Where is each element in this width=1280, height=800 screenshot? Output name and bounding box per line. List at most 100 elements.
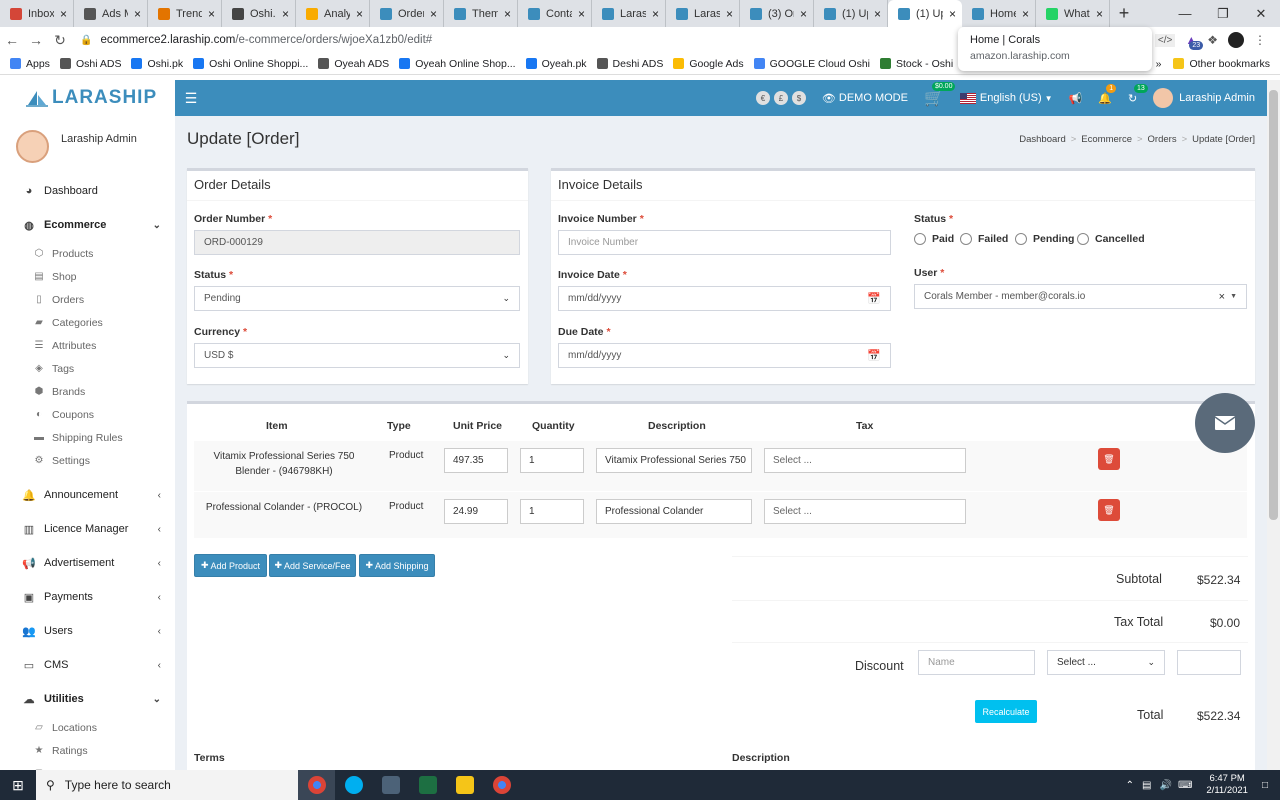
currency-select[interactable]: USD $ ⌄ <box>194 343 520 368</box>
discount-amount-input[interactable] <box>1177 650 1241 675</box>
close-icon[interactable]: × <box>1090 7 1103 21</box>
browser-tab[interactable]: Inbox × <box>0 0 74 27</box>
maximize-icon[interactable]: ❐ <box>1204 0 1242 27</box>
taskbar-clock[interactable]: 6:47 PM 2/11/2021 <box>1206 773 1248 797</box>
sidebar-item-dashboard[interactable]: ◕ Dashboard <box>8 174 175 208</box>
radio-circle[interactable] <box>1077 233 1089 245</box>
chrome-taskbar-icon[interactable] <box>298 770 335 800</box>
sidebar-subitem-coupons[interactable]: ◐ Coupons <box>8 403 175 426</box>
quantity-input[interactable]: 1 <box>520 448 584 473</box>
file-explorer-taskbar-icon[interactable] <box>446 770 483 800</box>
radio-circle[interactable] <box>1015 233 1027 245</box>
description-input[interactable]: Professional Colander <box>596 499 752 524</box>
bookmark-item[interactable]: Stock - Oshi <box>880 58 953 70</box>
taskbar-search[interactable]: ⚲ Type here to search <box>36 770 298 800</box>
network-icon[interactable]: ▤ <box>1142 780 1151 791</box>
chrome-taskbar-icon-2[interactable] <box>483 770 520 800</box>
sidebar-item-licence-manager[interactable]: ▥ Licence Manager ‹ <box>8 512 175 546</box>
sidebar-subitem-orders[interactable]: ▯ Orders <box>8 288 175 311</box>
volume-icon[interactable]: 🔊 <box>1160 780 1172 791</box>
browser-tab[interactable]: Them × <box>444 0 518 27</box>
browser-tab[interactable]: (1) Up× <box>888 0 962 27</box>
browser-tab[interactable]: (1) Up× <box>814 0 888 27</box>
sidebar-item-ecommerce[interactable]: ◍ Ecommerce ⌄ <box>8 208 175 242</box>
invoice-number-input[interactable]: Invoice Number <box>558 230 891 255</box>
sync-button[interactable]: ↻ 13 <box>1128 83 1148 105</box>
sidebar-subitem-locations[interactable]: ▱ Locations <box>8 716 175 739</box>
code-icon[interactable]: </> <box>1154 33 1176 47</box>
browser-tab[interactable]: Trendi× <box>148 0 222 27</box>
profile-icon[interactable] <box>1228 32 1244 48</box>
currency-option[interactable]: £ <box>773 91 788 105</box>
close-icon[interactable]: × <box>54 7 67 21</box>
sidebar-subitem-categories[interactable]: ▰ Categories <box>8 311 175 334</box>
bookmark-item[interactable]: Oyeah Online Shop... <box>399 58 516 70</box>
discount-name-input[interactable]: Name <box>918 650 1035 675</box>
sidebar-subitem-products[interactable]: ⬡ Products <box>8 242 175 265</box>
close-icon[interactable]: × <box>794 7 807 21</box>
keyboard-icon[interactable]: ⌨ <box>1178 780 1192 791</box>
cart-button[interactable]: 🛒 $0.00 <box>924 82 956 108</box>
puzzle-icon[interactable]: ❖ <box>1207 33 1218 47</box>
sidebar-subitem-attributes[interactable]: ☰ Attributes <box>8 334 175 357</box>
close-icon[interactable]: × <box>350 7 363 21</box>
browser-tab[interactable]: Larasl× <box>666 0 740 27</box>
sidebar-subitem-brands[interactable]: ⬢ Brands <box>8 380 175 403</box>
order-number-field[interactable]: ORD-000129 <box>194 230 520 255</box>
close-icon[interactable]: × <box>720 7 733 21</box>
sidebar-item-cms[interactable]: ▭ CMS ‹ <box>8 648 175 682</box>
sidebar-item-announcement[interactable]: 🔔 Announcement ‹ <box>8 478 175 512</box>
bookmark-item[interactable]: Oyeah ADS <box>318 58 389 70</box>
order-status-select[interactable]: Pending ⌄ <box>194 286 520 311</box>
breadcrumb-item[interactable]: Dashboard <box>1019 134 1065 145</box>
clear-icon[interactable]: × <box>1219 291 1225 303</box>
app-logo[interactable]: LARASHIP <box>0 80 175 116</box>
bookmark-item[interactable]: Oshi ADS <box>59 58 121 70</box>
demo-mode[interactable]: 👁 DEMO MODE <box>822 92 908 105</box>
close-icon[interactable]: × <box>424 7 437 21</box>
minimize-icon[interactable]: — <box>1166 0 1204 27</box>
tax-select[interactable]: Select ... <box>764 448 966 473</box>
delete-row-button[interactable]: 🗑 <box>1098 499 1120 521</box>
unit-price-input[interactable]: 24.99 <box>444 499 508 524</box>
browser-tab[interactable]: (3) Or × <box>740 0 814 27</box>
bookmark-item[interactable]: Apps <box>10 58 50 70</box>
sidebar-subitem-ratings[interactable]: ★ Ratings <box>8 739 175 762</box>
browser-tab[interactable]: Whats× <box>1036 0 1110 27</box>
close-icon[interactable]: × <box>1016 7 1029 21</box>
notification-center-icon[interactable]: □ <box>1262 780 1268 791</box>
reload-icon[interactable]: ↻ <box>48 32 72 49</box>
bookmark-item[interactable]: GOOGLE Cloud Oshi <box>753 58 870 70</box>
url-field[interactable]: 🔒 ecommerce2.laraship.com/e-commerce/ord… <box>80 30 930 50</box>
unit-price-input[interactable]: 497.35 <box>444 448 508 473</box>
sidebar-item-advertisement[interactable]: 📢 Advertisement ‹ <box>8 546 175 580</box>
sidebar-item-users[interactable]: 👥 Users ‹ <box>8 614 175 648</box>
browser-tab[interactable]: Analyt× <box>296 0 370 27</box>
sidebar-subitem-tags[interactable]: ◈ Tags <box>8 357 175 380</box>
more-bookmarks-icon[interactable]: » <box>1156 58 1162 70</box>
extension-icon[interactable]: ▲ 23 <box>1185 33 1204 50</box>
other-bookmarks[interactable]: Other bookmarks <box>1173 58 1270 70</box>
sidebar-toggle-icon[interactable]: ☰ <box>175 90 207 107</box>
excel-taskbar-icon[interactable] <box>409 770 446 800</box>
currency-option[interactable]: € <box>755 91 770 105</box>
language-dropdown[interactable]: English (US) ▼ <box>959 92 1053 104</box>
page-scrollbar[interactable] <box>1267 80 1280 770</box>
bookmark-item[interactable]: Deshi ADS <box>596 58 663 70</box>
sidebar-item-payments[interactable]: ▣ Payments ‹ <box>8 580 175 614</box>
radio-circle[interactable] <box>960 233 972 245</box>
currency-option[interactable]: $ <box>791 91 806 105</box>
browser-tab[interactable]: Oshi.p× <box>222 0 296 27</box>
tray-chevron-icon[interactable]: ⌃ <box>1126 780 1134 791</box>
close-icon[interactable]: × <box>943 7 956 21</box>
status-radio-paid[interactable]: Paid <box>914 233 954 245</box>
tax-select[interactable]: Select ... <box>764 499 966 524</box>
sidebar-subitem-settings[interactable]: ⚙ Settings <box>8 449 175 472</box>
windows-start-icon[interactable]: ⊞ <box>0 777 36 794</box>
calendar-icon[interactable]: 📅 <box>867 292 881 305</box>
browser-tab[interactable]: Ads M× <box>74 0 148 27</box>
browser-tab[interactable]: Order × <box>370 0 444 27</box>
close-icon[interactable]: × <box>128 7 141 21</box>
add-shipping-button[interactable]: ✚ Add Shipping <box>359 554 435 577</box>
breadcrumb-item[interactable]: Ecommerce <box>1081 134 1132 145</box>
